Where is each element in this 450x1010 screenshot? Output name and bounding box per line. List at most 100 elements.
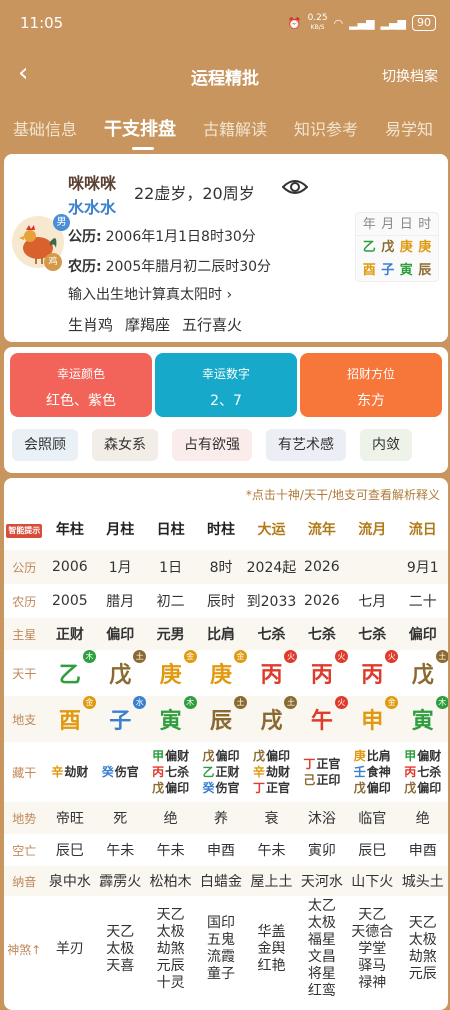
- lucky-number-box[interactable]: 幸运数字 2、7: [155, 353, 297, 417]
- shensha-cell[interactable]: 天乙 太极 劫煞 元辰: [397, 896, 448, 1002]
- hidden-cell[interactable]: 癸伤官: [95, 742, 145, 802]
- gan-char[interactable]: 丙火: [361, 650, 399, 689]
- hidden-stem[interactable]: 己正印: [297, 772, 347, 788]
- star-cell[interactable]: 比肩: [195, 618, 247, 650]
- hidden-stem[interactable]: 戊偏印: [196, 748, 246, 764]
- hidden-stem[interactable]: 壬食神: [347, 764, 397, 780]
- hidden-cell[interactable]: 甲偏财 丙七杀 戊偏印: [397, 742, 448, 802]
- mini-bazi-grid[interactable]: 年月日时 乙戊庚庚 酉子寅辰: [355, 212, 439, 282]
- zhi-cell[interactable]: 酉金: [44, 696, 96, 742]
- zhi-char[interactable]: 辰土: [210, 696, 248, 735]
- lucky-color-box[interactable]: 幸运颜色 红色、紫色: [10, 353, 152, 417]
- hidden-cell[interactable]: 戊偏印 乙正财 癸伤官: [196, 742, 246, 802]
- star-cell[interactable]: 七杀: [246, 618, 297, 650]
- zhi-cell[interactable]: 寅木: [397, 696, 448, 742]
- zhi-cell[interactable]: 子水: [95, 696, 147, 742]
- hidden-stem[interactable]: 庚比肩: [347, 748, 397, 764]
- shensha-cell[interactable]: 天乙 太极 劫煞 元辰 十灵: [145, 896, 195, 1002]
- gan-char[interactable]: 庚金: [210, 650, 248, 689]
- zhi-cell[interactable]: 辰土: [195, 696, 248, 742]
- hidden-cell[interactable]: 丁正官 己正印: [297, 742, 347, 802]
- gan-char[interactable]: 戊土: [412, 650, 448, 689]
- star-cell[interactable]: 正财: [44, 618, 96, 650]
- zhi-char[interactable]: 酉金: [59, 696, 96, 735]
- switch-profile-button[interactable]: 切换档案: [382, 66, 438, 86]
- gan-cell[interactable]: 庚金: [196, 650, 248, 696]
- zhi-char[interactable]: 午火: [311, 696, 348, 735]
- hidden-stem[interactable]: 丙七杀: [145, 764, 195, 780]
- hidden-stem[interactable]: 甲偏财: [145, 748, 195, 764]
- hidden-stem[interactable]: 戊偏印: [347, 780, 397, 796]
- star-cell[interactable]: 元男: [145, 618, 196, 650]
- shensha-cell[interactable]: 羊刃: [45, 896, 95, 1002]
- hidden-stem[interactable]: 丙七杀: [397, 764, 448, 780]
- tab-classics[interactable]: 古籍解读: [203, 116, 267, 140]
- zhi-cell[interactable]: 申金: [347, 696, 399, 742]
- hidden-stem[interactable]: 丁正官: [297, 756, 347, 772]
- hidden-stem[interactable]: 甲偏财: [397, 748, 448, 764]
- hidden-cell[interactable]: 戊偏印 辛劫财 丁正官: [246, 742, 296, 802]
- star-cell[interactable]: 七杀: [347, 618, 398, 650]
- hidden-stem[interactable]: 戊偏印: [145, 780, 195, 796]
- chip-possessive[interactable]: 占有欲强: [172, 429, 252, 461]
- gan-char[interactable]: 庚金: [160, 650, 197, 689]
- hidden-stem[interactable]: 戊偏印: [397, 780, 448, 796]
- true-solar-time-link[interactable]: 输入出生地计算真太阳时 ›: [68, 284, 232, 304]
- zhi-cell[interactable]: 戌土: [246, 696, 298, 742]
- hidden-stem[interactable]: 乙正财: [196, 764, 246, 780]
- tab-ganzhi-chart[interactable]: 干支排盘: [104, 115, 176, 150]
- hidden-cell[interactable]: 庚比肩 壬食神 戊偏印: [347, 742, 397, 802]
- gan-char[interactable]: 丙火: [311, 650, 348, 689]
- gan-cell[interactable]: 乙木: [45, 650, 96, 696]
- zhi-char[interactable]: 戌土: [260, 696, 298, 735]
- hidden-cell[interactable]: 甲偏财 丙七杀 戊偏印: [145, 742, 195, 802]
- gan-char[interactable]: 乙木: [59, 650, 96, 689]
- gan-char[interactable]: 戊土: [109, 650, 147, 689]
- chip-caring[interactable]: 会照顾: [12, 429, 78, 461]
- star-cell[interactable]: 偏印: [95, 618, 146, 650]
- zhi-char[interactable]: 寅木: [160, 696, 197, 735]
- user-name-primary: 咪咪咪: [68, 174, 117, 193]
- gan-char[interactable]: 丙火: [260, 650, 298, 689]
- shensha-cell[interactable]: 天乙 天德合 学堂 驿马 禄神: [347, 896, 397, 1002]
- tab-yixue[interactable]: 易学知: [385, 116, 433, 140]
- hidden-stem[interactable]: 丁正官: [246, 780, 296, 796]
- chip-reserved[interactable]: 内敛: [360, 429, 412, 461]
- gan-cell[interactable]: 戊土: [397, 650, 448, 696]
- tab-basic-info[interactable]: 基础信息: [13, 116, 77, 140]
- shensha-cell[interactable]: 国印 五鬼 流霞 童子: [196, 896, 246, 1002]
- star-cell[interactable]: 七杀: [296, 618, 348, 650]
- hidden-cell[interactable]: 辛劫财: [45, 742, 95, 802]
- shensha-cell[interactable]: 太乙 太极 福星 文昌 将星 红鸾: [297, 896, 347, 1002]
- zhi-char[interactable]: 申金: [361, 696, 399, 735]
- gan-cell[interactable]: 戊土: [95, 650, 147, 696]
- tab-knowledge[interactable]: 知识参考: [294, 116, 358, 140]
- back-icon[interactable]: ‹: [18, 60, 28, 86]
- chip-artistic[interactable]: 有艺术感: [266, 429, 346, 461]
- element-badge: 金: [82, 696, 96, 709]
- shensha-cell[interactable]: 华盖 金舆 红艳: [246, 896, 296, 1002]
- gan-cell[interactable]: 丙火: [246, 650, 298, 696]
- chip-forest[interactable]: 森女系: [92, 429, 158, 461]
- eye-icon[interactable]: [281, 178, 309, 200]
- gan-cell[interactable]: 丙火: [297, 650, 348, 696]
- smart-tip-cell[interactable]: 智能提示: [4, 508, 45, 550]
- zhi-char[interactable]: 子水: [109, 696, 147, 735]
- gan-cell[interactable]: 丙火: [347, 650, 399, 696]
- void-cell: 午未: [156, 843, 185, 859]
- smart-tip-badge[interactable]: 智能提示: [6, 523, 43, 538]
- state-cell: 帝旺: [44, 802, 96, 834]
- shensha-cell[interactable]: 天乙 太极 天喜: [95, 896, 145, 1002]
- hidden-stem[interactable]: 辛劫财: [45, 764, 95, 780]
- lucky-direction-box[interactable]: 招财方位 东方: [300, 353, 442, 417]
- hidden-stem[interactable]: 戊偏印: [246, 748, 296, 764]
- zhi-cell[interactable]: 午火: [296, 696, 348, 742]
- gan-cell[interactable]: 庚金: [145, 650, 197, 696]
- zhi-cell[interactable]: 寅木: [145, 696, 197, 742]
- shensha-label[interactable]: 神煞↑: [4, 896, 45, 1002]
- star-cell[interactable]: 偏印: [397, 618, 448, 650]
- hidden-stem[interactable]: 癸伤官: [196, 780, 246, 796]
- zhi-char[interactable]: 寅木: [412, 696, 448, 735]
- hidden-stem[interactable]: 辛劫财: [246, 764, 296, 780]
- hidden-stem[interactable]: 癸伤官: [95, 764, 145, 780]
